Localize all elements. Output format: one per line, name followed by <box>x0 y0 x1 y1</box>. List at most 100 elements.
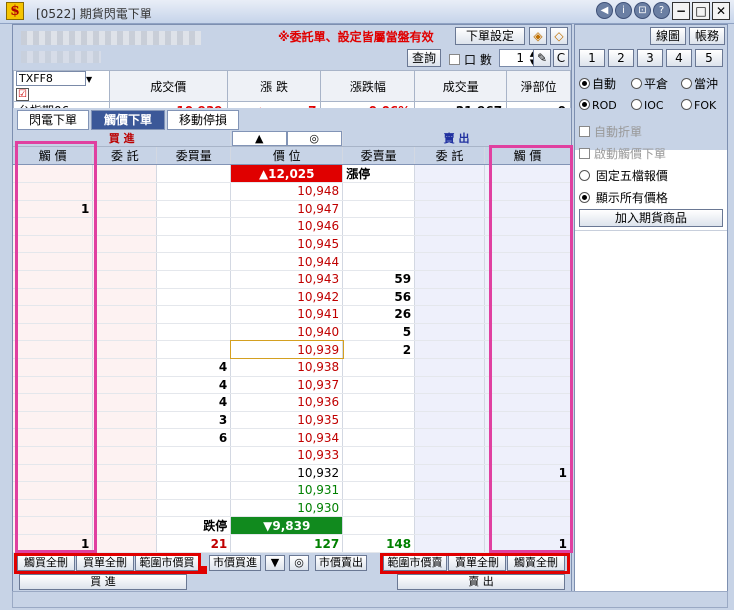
buy-order-cell[interactable] <box>92 200 158 219</box>
radio-off-icon[interactable] <box>631 99 642 110</box>
buy-order-cell[interactable] <box>92 305 158 324</box>
show-all-prices-radio[interactable]: 顯示所有價格 <box>579 189 668 206</box>
radio-off-icon[interactable] <box>681 99 692 110</box>
buy-order-cell[interactable] <box>92 182 158 201</box>
market-sell-button[interactable]: 市價賣出 <box>315 555 367 571</box>
price-cell[interactable]: 10,934 <box>230 428 344 447</box>
buy-order-cell[interactable] <box>92 323 158 342</box>
buy-order-cell[interactable] <box>92 411 158 430</box>
buy-order-cell[interactable] <box>92 235 158 254</box>
query-button[interactable]: 查詢 <box>407 49 441 67</box>
chart-button[interactable]: 線圖 <box>650 27 686 45</box>
scroll-up-icon[interactable]: ▲ <box>231 130 287 146</box>
sell-order-cell[interactable] <box>414 464 486 483</box>
diamond-alt-icon[interactable]: ◇ <box>550 27 568 45</box>
tif-radio-ioc[interactable]: IOC <box>631 99 664 112</box>
sell-order-cell[interactable] <box>414 305 486 324</box>
limit-up-price[interactable]: ▲12,025 <box>230 164 344 183</box>
buy-order-cell[interactable] <box>92 393 158 412</box>
add-futures-product-button[interactable]: 加入期貨商品 <box>579 209 723 227</box>
tif-radio-fok[interactable]: FOK <box>681 99 716 112</box>
radio-off-icon[interactable] <box>579 170 590 181</box>
scroll-down-icon[interactable]: ▼ <box>265 555 285 571</box>
preset-1-button[interactable]: 1 <box>579 49 605 67</box>
tab-flash-order[interactable]: 閃電下單 <box>17 110 89 130</box>
preset-4-button[interactable]: 4 <box>666 49 692 67</box>
buy-order-cell[interactable] <box>92 340 158 359</box>
buy-order-cell[interactable] <box>92 481 158 500</box>
lock-icon[interactable]: ⊡ <box>634 2 651 19</box>
radio-on-icon[interactable] <box>579 78 590 89</box>
pencil-icon[interactable]: ✎ <box>533 49 551 67</box>
auto-split-check[interactable]: 自動折單 <box>579 123 642 140</box>
minimize-icon[interactable]: − <box>672 2 690 20</box>
price-cell[interactable]: 10,932 <box>230 464 344 483</box>
sell-order-cell[interactable] <box>414 446 486 465</box>
price-cell[interactable]: 10,945 <box>230 235 344 254</box>
back-icon[interactable]: ◀ <box>596 2 613 19</box>
radio-off-icon[interactable] <box>631 78 642 89</box>
position-radio-daytrade[interactable]: 當沖 <box>681 75 718 92</box>
price-cell[interactable]: 10,941 <box>230 305 344 324</box>
buy-order-cell[interactable] <box>92 464 158 483</box>
price-cell[interactable]: 10,930 <box>230 499 344 518</box>
order-settings-button[interactable]: 下單設定 <box>455 27 525 45</box>
price-cell[interactable]: 10,943 <box>230 270 344 289</box>
buy-order-cell[interactable] <box>92 217 158 236</box>
price-cell[interactable]: 10,948 <box>230 182 344 201</box>
sell-order-cell[interactable] <box>414 235 486 254</box>
tab-touch-price-order[interactable]: 觸價下單 <box>91 110 165 130</box>
tab-trailing-stop[interactable]: 移動停損 <box>167 110 239 130</box>
maximize-icon[interactable]: □ <box>692 2 710 20</box>
info-icon[interactable]: i <box>615 2 632 19</box>
sell-order-cell[interactable] <box>414 252 486 271</box>
buy-order-cell[interactable] <box>92 252 158 271</box>
sell-order-cell[interactable] <box>414 516 486 536</box>
radio-on-icon[interactable] <box>579 99 590 110</box>
checkbox-icon[interactable] <box>579 126 590 137</box>
sell-order-cell[interactable] <box>414 499 486 518</box>
close-icon[interactable]: ✕ <box>712 2 730 20</box>
sell-order-cell[interactable] <box>414 411 486 430</box>
buy-order-cell[interactable] <box>92 516 158 536</box>
symbol-select[interactable]: TXFF8 ▼ ☑ <box>13 70 110 102</box>
radio-on-icon[interactable] <box>579 192 590 203</box>
buy-button[interactable]: 買 進 <box>19 574 187 590</box>
buy-order-cell[interactable] <box>92 499 158 518</box>
price-cell[interactable]: 10,933 <box>230 446 344 465</box>
limit-down-price[interactable]: ▼9,839 <box>230 516 344 536</box>
center-icon[interactable]: ◎ <box>286 130 342 146</box>
price-cell[interactable]: 10,935 <box>230 411 344 430</box>
sell-order-cell[interactable] <box>414 270 486 289</box>
sell-order-cell[interactable] <box>414 358 486 377</box>
price-cell[interactable]: 10,939 <box>229 339 344 360</box>
preset-5-button[interactable]: 5 <box>695 49 723 67</box>
buy-order-cell[interactable] <box>92 358 158 377</box>
checkbox-icon[interactable] <box>579 148 590 159</box>
symbol-code[interactable]: TXFF8 <box>16 71 86 86</box>
sell-order-cell[interactable] <box>414 323 486 342</box>
sell-button[interactable]: 賣 出 <box>397 574 565 590</box>
account-button[interactable]: 帳務 <box>689 27 725 45</box>
sell-order-cell[interactable] <box>414 376 486 395</box>
tif-radio-rod[interactable]: ROD <box>579 99 617 112</box>
position-radio-close[interactable]: 平倉 <box>631 75 668 92</box>
price-cell[interactable]: 10,942 <box>230 288 344 307</box>
sell-order-cell[interactable] <box>414 428 486 447</box>
price-cell[interactable]: 10,947 <box>230 200 344 219</box>
fixed-five-radio[interactable]: 固定五檔報價 <box>579 167 668 184</box>
sell-order-cell[interactable] <box>414 481 486 500</box>
buy-order-cell[interactable] <box>92 288 158 307</box>
preset-2-button[interactable]: 2 <box>608 49 634 67</box>
price-cell[interactable]: 10,946 <box>230 217 344 236</box>
sell-order-cell[interactable] <box>414 217 486 236</box>
price-cell[interactable]: 10,937 <box>230 376 344 395</box>
enable-touch-check[interactable]: 啟動觸價下單 <box>579 145 666 162</box>
market-buy-button[interactable]: 市價買進 <box>209 555 261 571</box>
buy-order-cell[interactable] <box>92 446 158 465</box>
sell-order-cell[interactable] <box>414 200 486 219</box>
diamond-icon[interactable]: ◈ <box>529 27 547 45</box>
sell-order-cell[interactable] <box>414 340 486 359</box>
price-cell[interactable]: 10,936 <box>230 393 344 412</box>
price-cell[interactable]: 10,944 <box>230 252 344 271</box>
